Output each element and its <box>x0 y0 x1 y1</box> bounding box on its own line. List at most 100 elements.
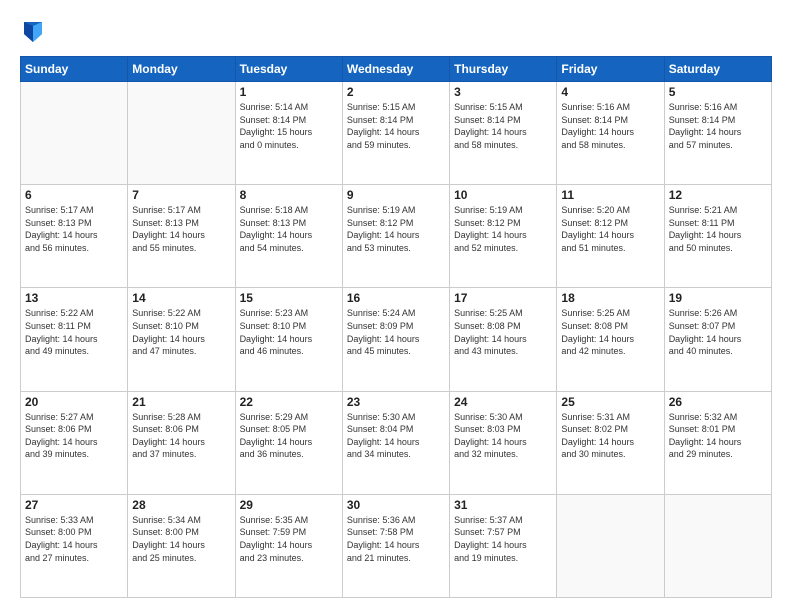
weekday-header-saturday: Saturday <box>664 57 771 82</box>
day-number: 25 <box>561 395 659 409</box>
calendar-cell: 8 Sunrise: 5:18 AM Sunset: 8:13 PM Daylig… <box>235 185 342 288</box>
calendar-cell: 12Sunrise: 5:21 AM Sunset: 8:11 PM Dayli… <box>664 185 771 288</box>
day-info: Sunrise: 5:37 AM Sunset: 7:57 PM Dayligh… <box>454 514 552 564</box>
day-number: 15 <box>240 291 338 305</box>
calendar-cell: 15 Sunrise: 5:23 AM Sunset: 8:10 PM Dayli… <box>235 288 342 391</box>
weekday-header-thursday: Thursday <box>450 57 557 82</box>
calendar-cell: 25 Sunrise: 5:31 AM Sunset: 8:02 PM Dayli… <box>557 391 664 494</box>
day-number: 29 <box>240 498 338 512</box>
weekday-header-monday: Monday <box>128 57 235 82</box>
weekday-header-sunday: Sunday <box>21 57 128 82</box>
calendar-cell: 6 Sunrise: 5:17 AM Sunset: 8:13 PM Daylig… <box>21 185 128 288</box>
day-info: Sunrise: 5:18 AM Sunset: 8:13 PM Dayligh… <box>240 204 338 254</box>
day-number: 12 <box>669 188 767 202</box>
day-info: Sunrise: 5:16 AM Sunset: 8:14 PM Dayligh… <box>669 101 767 151</box>
calendar-cell <box>557 494 664 597</box>
day-number: 18 <box>561 291 659 305</box>
calendar-cell: 1Sunrise: 5:14 AM Sunset: 8:14 PM Daylig… <box>235 82 342 185</box>
calendar-cell: 14 Sunrise: 5:22 AM Sunset: 8:10 PM Dayli… <box>128 288 235 391</box>
day-info: Sunrise: 5:20 AM Sunset: 8:12 PM Dayligh… <box>561 204 659 254</box>
calendar-cell: 29 Sunrise: 5:35 AM Sunset: 7:59 PM Dayli… <box>235 494 342 597</box>
day-info: Sunrise: 5:22 AM Sunset: 8:10 PM Dayligh… <box>132 307 230 357</box>
day-info: Sunrise: 5:35 AM Sunset: 7:59 PM Dayligh… <box>240 514 338 564</box>
calendar-cell: 30 Sunrise: 5:36 AM Sunset: 7:58 PM Dayli… <box>342 494 449 597</box>
day-number: 26 <box>669 395 767 409</box>
day-number: 24 <box>454 395 552 409</box>
day-number: 21 <box>132 395 230 409</box>
day-info: Sunrise: 5:36 AM Sunset: 7:58 PM Dayligh… <box>347 514 445 564</box>
calendar-cell <box>21 82 128 185</box>
day-info: Sunrise: 5:15 AM Sunset: 8:14 PM Dayligh… <box>454 101 552 151</box>
calendar-cell: 21 Sunrise: 5:28 AM Sunset: 8:06 PM Dayli… <box>128 391 235 494</box>
calendar-cell: 10 Sunrise: 5:19 AM Sunset: 8:12 PM Dayli… <box>450 185 557 288</box>
day-info: Sunrise: 5:32 AM Sunset: 8:01 PM Dayligh… <box>669 411 767 461</box>
calendar-cell: 5 Sunrise: 5:16 AM Sunset: 8:14 PM Daylig… <box>664 82 771 185</box>
calendar-cell: 13 Sunrise: 5:22 AM Sunset: 8:11 PM Dayli… <box>21 288 128 391</box>
week-row-3: 13 Sunrise: 5:22 AM Sunset: 8:11 PM Dayli… <box>21 288 772 391</box>
day-info: Sunrise: 5:17 AM Sunset: 8:13 PM Dayligh… <box>132 204 230 254</box>
calendar-cell: 28Sunrise: 5:34 AM Sunset: 8:00 PM Dayli… <box>128 494 235 597</box>
day-number: 2 <box>347 85 445 99</box>
calendar-cell: 18 Sunrise: 5:25 AM Sunset: 8:08 PM Dayli… <box>557 288 664 391</box>
day-info: Sunrise: 5:29 AM Sunset: 8:05 PM Dayligh… <box>240 411 338 461</box>
calendar-cell: 3Sunrise: 5:15 AM Sunset: 8:14 PM Daylig… <box>450 82 557 185</box>
day-info: Sunrise: 5:25 AM Sunset: 8:08 PM Dayligh… <box>454 307 552 357</box>
week-row-2: 6 Sunrise: 5:17 AM Sunset: 8:13 PM Daylig… <box>21 185 772 288</box>
day-number: 31 <box>454 498 552 512</box>
day-number: 23 <box>347 395 445 409</box>
day-number: 30 <box>347 498 445 512</box>
week-row-5: 27Sunrise: 5:33 AM Sunset: 8:00 PM Dayli… <box>21 494 772 597</box>
day-number: 10 <box>454 188 552 202</box>
day-info: Sunrise: 5:24 AM Sunset: 8:09 PM Dayligh… <box>347 307 445 357</box>
day-info: Sunrise: 5:27 AM Sunset: 8:06 PM Dayligh… <box>25 411 123 461</box>
calendar-cell: 17 Sunrise: 5:25 AM Sunset: 8:08 PM Dayli… <box>450 288 557 391</box>
day-number: 5 <box>669 85 767 99</box>
calendar-cell: 22 Sunrise: 5:29 AM Sunset: 8:05 PM Dayli… <box>235 391 342 494</box>
calendar-cell: 2 Sunrise: 5:15 AM Sunset: 8:14 PM Daylig… <box>342 82 449 185</box>
day-info: Sunrise: 5:26 AM Sunset: 8:07 PM Dayligh… <box>669 307 767 357</box>
day-info: Sunrise: 5:15 AM Sunset: 8:14 PM Dayligh… <box>347 101 445 151</box>
day-number: 6 <box>25 188 123 202</box>
day-info: Sunrise: 5:33 AM Sunset: 8:00 PM Dayligh… <box>25 514 123 564</box>
day-number: 4 <box>561 85 659 99</box>
calendar-cell: 16 Sunrise: 5:24 AM Sunset: 8:09 PM Dayli… <box>342 288 449 391</box>
day-number: 28 <box>132 498 230 512</box>
calendar-cell: 9Sunrise: 5:19 AM Sunset: 8:12 PM Daylig… <box>342 185 449 288</box>
calendar-cell: 11 Sunrise: 5:20 AM Sunset: 8:12 PM Dayli… <box>557 185 664 288</box>
calendar-cell <box>128 82 235 185</box>
header <box>20 18 772 46</box>
day-number: 9 <box>347 188 445 202</box>
weekday-header-row: SundayMondayTuesdayWednesdayThursdayFrid… <box>21 57 772 82</box>
day-info: Sunrise: 5:25 AM Sunset: 8:08 PM Dayligh… <box>561 307 659 357</box>
day-number: 22 <box>240 395 338 409</box>
weekday-header-friday: Friday <box>557 57 664 82</box>
calendar-table: SundayMondayTuesdayWednesdayThursdayFrid… <box>20 56 772 598</box>
day-number: 17 <box>454 291 552 305</box>
day-info: Sunrise: 5:22 AM Sunset: 8:11 PM Dayligh… <box>25 307 123 357</box>
day-number: 19 <box>669 291 767 305</box>
day-info: Sunrise: 5:30 AM Sunset: 8:03 PM Dayligh… <box>454 411 552 461</box>
week-row-1: 1Sunrise: 5:14 AM Sunset: 8:14 PM Daylig… <box>21 82 772 185</box>
day-info: Sunrise: 5:31 AM Sunset: 8:02 PM Dayligh… <box>561 411 659 461</box>
logo <box>20 18 46 46</box>
day-info: Sunrise: 5:23 AM Sunset: 8:10 PM Dayligh… <box>240 307 338 357</box>
day-info: Sunrise: 5:28 AM Sunset: 8:06 PM Dayligh… <box>132 411 230 461</box>
day-number: 13 <box>25 291 123 305</box>
day-number: 16 <box>347 291 445 305</box>
day-number: 8 <box>240 188 338 202</box>
logo-icon <box>22 18 44 46</box>
day-info: Sunrise: 5:19 AM Sunset: 8:12 PM Dayligh… <box>454 204 552 254</box>
page: SundayMondayTuesdayWednesdayThursdayFrid… <box>0 0 792 612</box>
calendar-cell: 20 Sunrise: 5:27 AM Sunset: 8:06 PM Dayli… <box>21 391 128 494</box>
day-info: Sunrise: 5:14 AM Sunset: 8:14 PM Dayligh… <box>240 101 338 151</box>
day-number: 20 <box>25 395 123 409</box>
day-number: 11 <box>561 188 659 202</box>
calendar-cell: 7Sunrise: 5:17 AM Sunset: 8:13 PM Daylig… <box>128 185 235 288</box>
day-info: Sunrise: 5:17 AM Sunset: 8:13 PM Dayligh… <box>25 204 123 254</box>
calendar-cell: 4 Sunrise: 5:16 AM Sunset: 8:14 PM Daylig… <box>557 82 664 185</box>
day-number: 14 <box>132 291 230 305</box>
calendar-cell: 19 Sunrise: 5:26 AM Sunset: 8:07 PM Dayli… <box>664 288 771 391</box>
calendar-cell <box>664 494 771 597</box>
day-info: Sunrise: 5:16 AM Sunset: 8:14 PM Dayligh… <box>561 101 659 151</box>
weekday-header-wednesday: Wednesday <box>342 57 449 82</box>
